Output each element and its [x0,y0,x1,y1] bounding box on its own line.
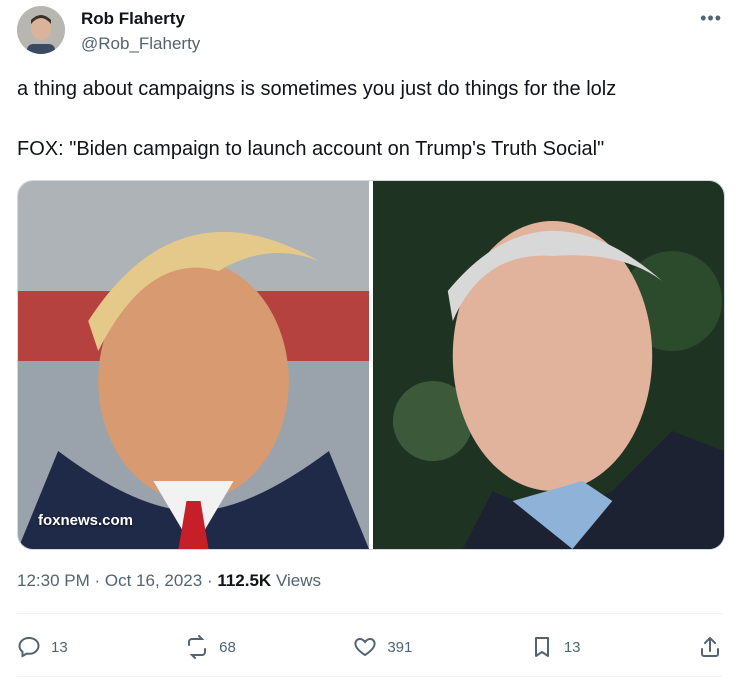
repost-icon [188,635,207,659]
repost-count: 68 [219,638,236,656]
tweet-date[interactable]: Oct 16, 2023 [105,571,202,590]
action-bar: 13 68 391 13 [17,626,722,668]
like-count: 391 [387,638,413,656]
bookmark-icon [534,637,549,657]
share-button[interactable] [698,635,722,659]
more-icon[interactable]: ••• [700,8,722,29]
tweet-media[interactable]: foxnews.com [17,180,725,550]
views-label: Views [275,571,321,590]
tweet-text-line-2: FOX: "Biden campaign to launch account o… [17,138,605,160]
media-watermark: foxnews.com [38,512,134,529]
divider-bottom [17,676,722,677]
repost-button[interactable]: 68 [185,635,236,659]
photo-right[interactable] [373,181,724,549]
like-icon [354,637,376,657]
views-count: 112.5K [217,571,272,590]
share-icon [700,636,719,657]
like-button[interactable]: 391 [353,635,412,659]
tweet-time[interactable]: 12:30 PM [17,571,90,590]
divider-top [17,613,722,614]
reply-icon [18,636,40,658]
reply-button[interactable]: 13 [17,635,68,659]
bookmark-button[interactable]: 13 [530,635,581,659]
author-name[interactable]: Rob Flaherty [81,9,185,29]
tweet-text-line-1: a thing about campaigns is sometimes you… [17,78,617,100]
author-handle[interactable]: @Rob_Flaherty [81,34,200,54]
bookmark-count: 13 [563,638,581,656]
photo-left[interactable]: foxnews.com [18,181,369,549]
tweet-meta: 12:30 PM · Oct 16, 2023 · 112.5K Views [17,571,321,590]
reply-count: 13 [51,638,68,656]
author-avatar[interactable] [17,6,65,54]
